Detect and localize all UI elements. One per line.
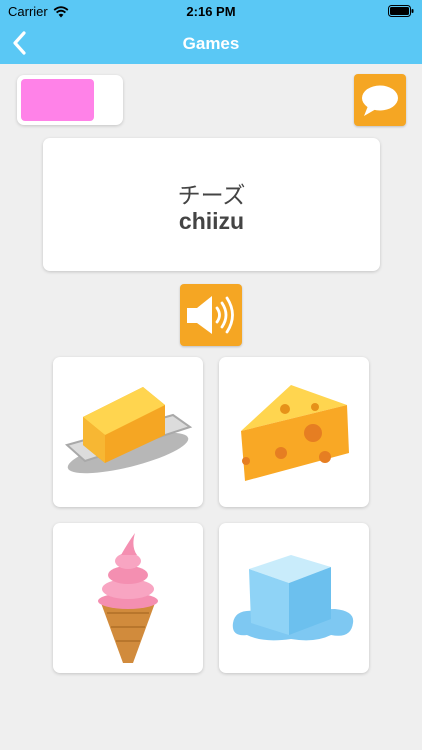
play-sound-button[interactable] bbox=[180, 284, 242, 346]
progress-indicator bbox=[17, 75, 123, 125]
choice-ice-cube[interactable] bbox=[219, 523, 369, 673]
page-title: Games bbox=[182, 34, 240, 53]
status-time: 2:16 PM bbox=[186, 4, 236, 19]
choice-cheese[interactable] bbox=[219, 357, 369, 507]
word-card: チーズ chiizu bbox=[43, 138, 380, 271]
butter-icon bbox=[64, 387, 193, 474]
progress-fill bbox=[21, 79, 94, 121]
navigation-bar: Games bbox=[0, 22, 422, 64]
cheese-icon bbox=[241, 385, 349, 481]
speech-bubble-icon bbox=[362, 85, 398, 116]
speaker-icon bbox=[187, 296, 234, 334]
status-bar: Carrier 2:16 PM bbox=[0, 0, 422, 22]
choice-ice-cream[interactable] bbox=[53, 523, 203, 673]
battery-icon bbox=[388, 5, 414, 17]
word-romaji: chiizu bbox=[178, 208, 245, 234]
word-kana: チーズ bbox=[177, 183, 246, 209]
choice-butter[interactable] bbox=[53, 357, 203, 507]
chat-button[interactable] bbox=[354, 74, 406, 126]
ice-cube-icon bbox=[232, 555, 354, 641]
ice-cream-icon bbox=[98, 533, 158, 663]
